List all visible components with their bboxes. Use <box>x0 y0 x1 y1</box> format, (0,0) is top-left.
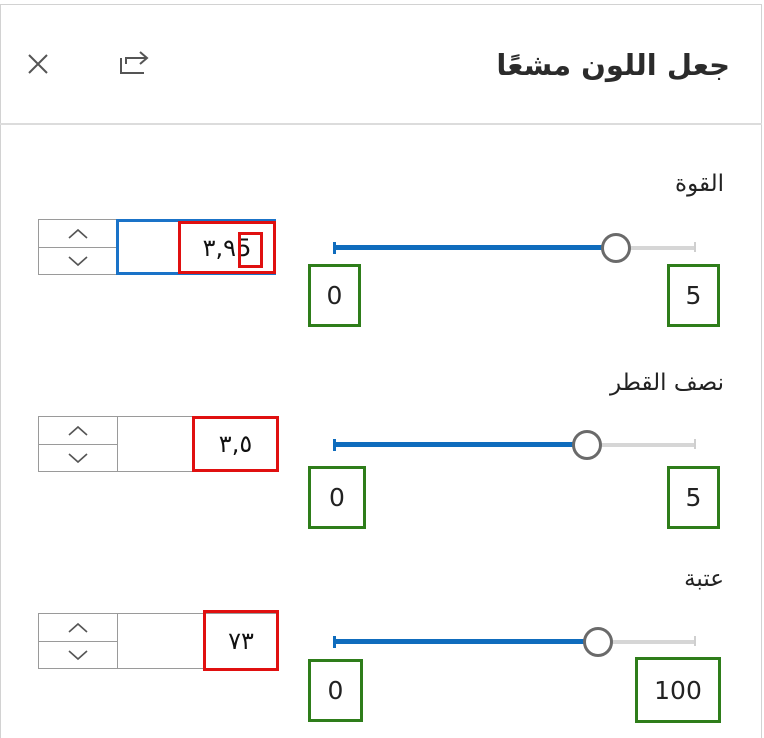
threshold-min-label: 0 <box>308 659 363 722</box>
chevron-up-icon <box>68 622 88 633</box>
share-arrow-icon <box>120 51 149 74</box>
strength-slider[interactable] <box>333 233 696 263</box>
chevron-up-icon <box>68 228 88 239</box>
radius-spinner <box>38 416 118 472</box>
radius-increment-button[interactable] <box>39 417 117 445</box>
close-icon <box>28 54 48 74</box>
radius-slider[interactable] <box>333 430 696 460</box>
threshold-label: عتبة <box>684 566 724 592</box>
strength-spinner <box>38 219 118 275</box>
threshold-slider[interactable] <box>333 627 696 657</box>
chevron-down-icon <box>68 452 88 463</box>
share-button[interactable] <box>114 42 154 82</box>
strength-label: القوة <box>675 171 724 197</box>
threshold-value[interactable]: ٧٣ <box>203 610 279 671</box>
radius-slider-thumb[interactable] <box>572 430 602 460</box>
radius-label: نصف القطر <box>609 370 724 396</box>
radius-max-label: 5 <box>667 466 720 529</box>
chevron-down-icon <box>68 649 88 660</box>
radius-value[interactable]: ٣,٥ <box>192 416 279 472</box>
panel-header: جعل اللون مشعًا <box>0 4 762 125</box>
strength-min-label: 0 <box>308 264 361 327</box>
threshold-max-label: 100 <box>635 657 721 723</box>
threshold-increment-button[interactable] <box>39 614 117 642</box>
text-caret-highlight <box>238 232 263 268</box>
radius-min-label: 0 <box>308 466 366 529</box>
threshold-slider-thumb[interactable] <box>583 627 613 657</box>
threshold-spinner <box>38 613 118 669</box>
close-button[interactable] <box>18 44 58 84</box>
strength-decrement-button[interactable] <box>39 247 117 274</box>
radius-decrement-button[interactable] <box>39 444 117 471</box>
page-title: جعل اللون مشعًا <box>496 48 730 82</box>
strength-increment-button[interactable] <box>39 220 117 248</box>
chevron-up-icon <box>68 425 88 436</box>
strength-max-label: 5 <box>667 264 720 327</box>
strength-slider-thumb[interactable] <box>601 233 631 263</box>
threshold-decrement-button[interactable] <box>39 641 117 668</box>
chevron-down-icon <box>68 255 88 266</box>
